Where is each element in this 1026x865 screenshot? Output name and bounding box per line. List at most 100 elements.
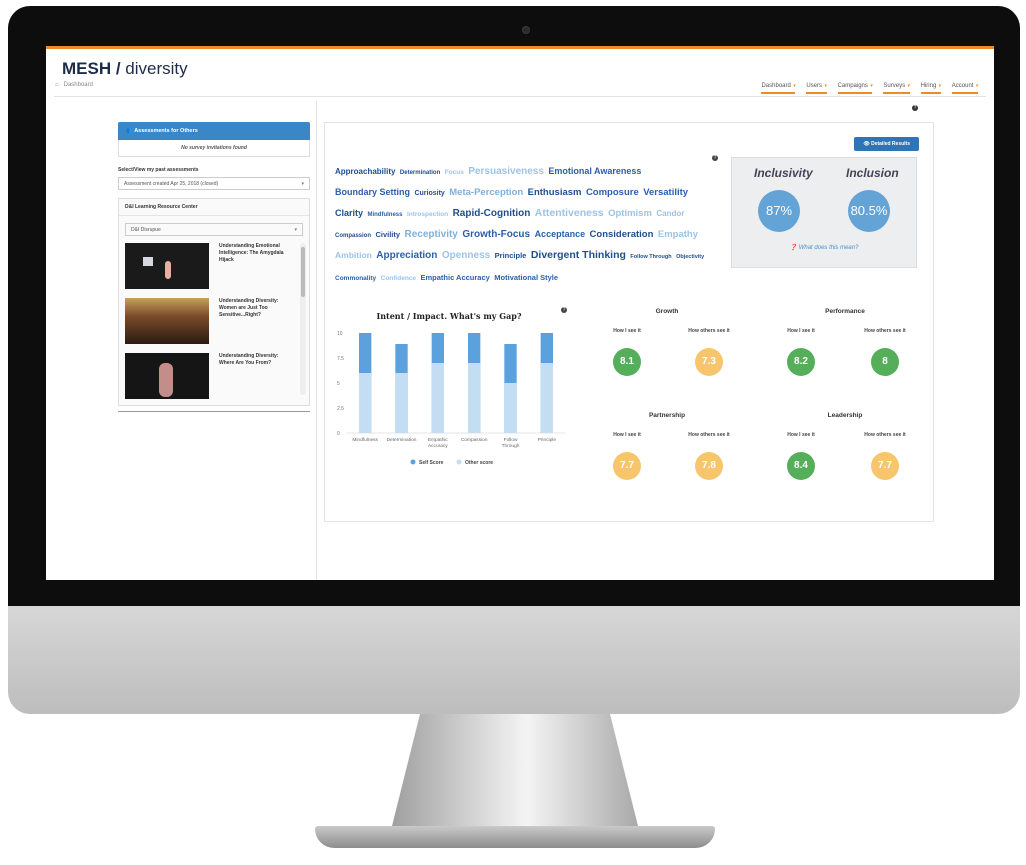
- no-invites-message: No survey invitations found: [118, 140, 310, 157]
- scrollbar-thumb[interactable]: [301, 247, 305, 297]
- brand-slash: /: [111, 59, 126, 78]
- inclusion-score: 80.5%: [848, 190, 890, 232]
- video-title[interactable]: Understanding Diversity: Women are Just …: [219, 298, 295, 344]
- growth-self-score: 8.1: [613, 348, 641, 376]
- word-cloud-term: Clarity: [335, 208, 364, 219]
- home-icon[interactable]: ⌂: [55, 82, 59, 88]
- left-divider: [118, 411, 310, 412]
- x-tick-label: Determination: [387, 437, 417, 443]
- word-cloud-term: Composure: [585, 187, 639, 199]
- monitor-base: [315, 826, 715, 848]
- word-cloud-term: Approachability: [335, 167, 396, 176]
- word-cloud-term: Attentiveness: [534, 207, 604, 220]
- video-item[interactable]: Understanding Emotional Intelligence: Th…: [125, 243, 295, 289]
- legend-label: Other score: [465, 460, 493, 466]
- resource-select[interactable]: D&I Disrupue ▾: [125, 223, 303, 236]
- word-cloud-term: Motivational Style: [494, 272, 559, 282]
- chevron-down-icon: ▾: [294, 227, 297, 233]
- help-icon[interactable]: ?: [912, 105, 918, 111]
- header-divider: [54, 96, 986, 97]
- word-cloud-term: Growth-Focus: [462, 229, 531, 241]
- x-tick-label: Accuracy: [428, 443, 448, 449]
- leadership-others-score: 7.7: [871, 452, 899, 480]
- scrollbar[interactable]: [300, 243, 306, 395]
- nav-hiring[interactable]: Hiring ▾: [920, 83, 941, 94]
- video-title[interactable]: Understanding Emotional Intelligence: Th…: [219, 243, 295, 289]
- app-logo[interactable]: MESH / diversity: [62, 59, 188, 79]
- word-cloud-term: Consideration: [589, 229, 654, 241]
- word-cloud-term: Confidence: [380, 274, 417, 282]
- detailed-results-button[interactable]: 👁 Detailed Results: [854, 137, 919, 151]
- legend-swatch: [410, 459, 416, 465]
- word-cloud-term: Persuasiveness: [468, 166, 544, 177]
- y-tick-label: 2.5: [337, 406, 344, 412]
- brand-name: MESH: [62, 59, 112, 78]
- growth-others-label: How others see it: [688, 328, 730, 334]
- nav-surveys[interactable]: Surveys ▾: [883, 83, 910, 94]
- video-thumbnail[interactable]: [125, 298, 209, 344]
- word-cloud: Approachability Determination Focus Pers…: [335, 159, 710, 282]
- chevron-down-icon: ▾: [975, 83, 978, 89]
- leadership-others-label: How others see it: [864, 432, 906, 438]
- performance-self-label: How I see it: [787, 328, 815, 334]
- past-assessment-select[interactable]: Assessment created Apr 25, 2018 (closed)…: [118, 177, 310, 190]
- x-tick-label: Compassion: [461, 437, 488, 443]
- growth-title: Growth: [655, 308, 679, 315]
- leadership-self-score: 8.4: [787, 452, 815, 480]
- word-cloud-term: Follow Through: [630, 254, 672, 261]
- chevron-down-icon: ▾: [907, 83, 910, 89]
- other-score-bar: [431, 363, 445, 433]
- video-title[interactable]: Understanding Diversity: Where Are You F…: [219, 353, 295, 399]
- word-cloud-term: Boundary Setting: [335, 187, 411, 198]
- word-cloud-term: Principle: [494, 251, 527, 261]
- video-item[interactable]: Understanding Diversity: Women are Just …: [125, 298, 295, 344]
- nav-dashboard[interactable]: Dashboard ▾: [761, 83, 796, 94]
- eye-icon: 👁: [863, 141, 870, 147]
- nav-campaigns[interactable]: Campaigns ▾: [837, 83, 873, 94]
- word-cloud-term: Enthusiasm: [527, 187, 582, 199]
- chart-title: Intent / Impact. What's my Gap?: [376, 311, 522, 321]
- help-icon[interactable]: ?: [712, 155, 718, 161]
- legend-label: Self Score: [419, 460, 444, 466]
- users-icon: 👥: [126, 128, 133, 134]
- chevron-down-icon: ▾: [824, 83, 827, 89]
- partnership-others-score: 7.8: [695, 452, 723, 480]
- detailed-results-label: Detailed Results: [871, 141, 910, 147]
- other-score-bar: [504, 383, 517, 433]
- x-tick-label: Through: [502, 443, 520, 449]
- word-cloud-term: Compassion: [335, 233, 372, 240]
- x-tick-label: Principle: [538, 437, 557, 443]
- word-cloud-term: Commonality: [335, 274, 377, 282]
- leadership-self-label: How I see it: [787, 432, 815, 438]
- video-thumbnail[interactable]: [125, 353, 209, 399]
- performance-self-score: 8.2: [787, 348, 815, 376]
- chevron-down-icon: ▾: [869, 83, 873, 89]
- what-does-this-mean-link[interactable]: ❓ What does this mean?: [732, 244, 916, 251]
- inclusion-heading: Inclusion: [846, 166, 899, 180]
- nav-users[interactable]: Users ▾: [806, 83, 827, 94]
- word-cloud-term: Empathic Accuracy: [420, 272, 490, 282]
- word-cloud-term: Focus: [444, 169, 464, 176]
- camera-icon: [522, 26, 530, 34]
- word-cloud-term: Candor: [656, 209, 685, 219]
- nav-account[interactable]: Account ▾: [951, 83, 978, 94]
- performance-title: Performance: [825, 308, 865, 315]
- what-does-this-mean-label: What does this mean?: [798, 245, 859, 251]
- word-cloud-term: Rapid-Cognition: [452, 208, 531, 220]
- y-tick-label: 7.5: [337, 356, 344, 362]
- word-cloud-term: Civility: [375, 230, 401, 240]
- legend-swatch: [456, 459, 462, 465]
- video-thumbnail[interactable]: [125, 243, 209, 289]
- brand-sub: diversity: [125, 59, 188, 78]
- past-assessment-value: Assessment created Apr 25, 2018 (closed): [124, 181, 219, 187]
- word-cloud-term: Acceptance: [534, 229, 586, 240]
- word-cloud-term: Empathy: [657, 229, 698, 241]
- breadcrumb-dashboard[interactable]: Dashboard: [64, 82, 93, 88]
- y-tick-label: 5: [337, 381, 340, 387]
- partnership-self-score: 7.7: [613, 452, 641, 480]
- word-cloud-term: Curiosity: [414, 190, 445, 198]
- video-item[interactable]: Understanding Diversity: Where Are You F…: [125, 353, 295, 399]
- word-cloud-term: Emotional Awareness: [548, 166, 642, 176]
- performance-others-label: How others see it: [864, 328, 906, 334]
- partnership-others-label: How others see it: [688, 432, 730, 438]
